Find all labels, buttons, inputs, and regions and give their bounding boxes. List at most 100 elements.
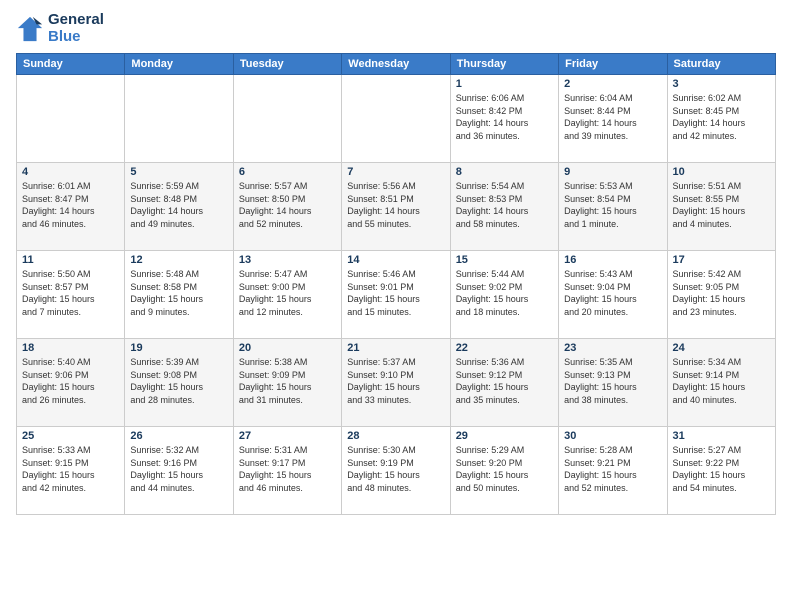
day-number: 22 [456,342,553,354]
day-info: Sunrise: 6:02 AM Sunset: 8:45 PM Dayligh… [673,92,770,142]
day-number: 25 [22,430,119,442]
calendar-table: SundayMondayTuesdayWednesdayThursdayFrid… [16,53,776,515]
logo-text: General Blue [48,12,104,45]
calendar-cell: 13 Sunrise: 5:47 AM Sunset: 9:00 PM Dayli… [233,251,341,339]
day-info: Sunrise: 5:51 AM Sunset: 8:55 PM Dayligh… [673,180,770,230]
day-info: Sunrise: 5:59 AM Sunset: 8:48 PM Dayligh… [130,180,227,230]
calendar-cell: 26 Sunrise: 5:32 AM Sunset: 9:16 PM Dayli… [125,427,233,515]
calendar-cell: 25 Sunrise: 5:33 AM Sunset: 9:15 PM Dayli… [17,427,125,515]
day-number: 19 [130,342,227,354]
day-number: 31 [673,430,770,442]
day-number: 16 [564,254,661,266]
day-info: Sunrise: 5:37 AM Sunset: 9:10 PM Dayligh… [347,356,444,406]
weekday-header: Thursday [450,54,558,75]
calendar-cell: 29 Sunrise: 5:29 AM Sunset: 9:20 PM Dayli… [450,427,558,515]
calendar-cell [233,75,341,163]
day-number: 29 [456,430,553,442]
day-info: Sunrise: 5:34 AM Sunset: 9:14 PM Dayligh… [673,356,770,406]
day-number: 14 [347,254,444,266]
day-number: 13 [239,254,336,266]
day-info: Sunrise: 5:33 AM Sunset: 9:15 PM Dayligh… [22,444,119,494]
day-info: Sunrise: 6:01 AM Sunset: 8:47 PM Dayligh… [22,180,119,230]
calendar-cell: 12Sunrise: 5:48 AM Sunset: 8:58 PM Dayli… [125,251,233,339]
calendar-week-row: 11 Sunrise: 5:50 AM Sunset: 8:57 PM Dayli… [17,251,776,339]
weekday-header: Wednesday [342,54,450,75]
day-info: Sunrise: 5:56 AM Sunset: 8:51 PM Dayligh… [347,180,444,230]
calendar-cell: 24 Sunrise: 5:34 AM Sunset: 9:14 PM Dayli… [667,339,775,427]
weekday-header: Monday [125,54,233,75]
calendar-cell: 22 Sunrise: 5:36 AM Sunset: 9:12 PM Dayli… [450,339,558,427]
day-info: Sunrise: 5:57 AM Sunset: 8:50 PM Dayligh… [239,180,336,230]
calendar-header-row: SundayMondayTuesdayWednesdayThursdayFrid… [17,54,776,75]
calendar-cell: 5 Sunrise: 5:59 AM Sunset: 8:48 PM Daylig… [125,163,233,251]
day-info: Sunrise: 5:46 AM Sunset: 9:01 PM Dayligh… [347,268,444,318]
day-number: 11 [22,254,119,266]
calendar-cell: 2 Sunrise: 6:04 AM Sunset: 8:44 PM Daylig… [559,75,667,163]
day-number: 21 [347,342,444,354]
logo-icon [16,15,44,43]
calendar-cell: 11 Sunrise: 5:50 AM Sunset: 8:57 PM Dayli… [17,251,125,339]
day-info: Sunrise: 5:53 AM Sunset: 8:54 PM Dayligh… [564,180,661,230]
day-number: 5 [130,166,227,178]
day-info: Sunrise: 5:54 AM Sunset: 8:53 PM Dayligh… [456,180,553,230]
weekday-header: Saturday [667,54,775,75]
calendar-cell: 3Sunrise: 6:02 AM Sunset: 8:45 PM Daylig… [667,75,775,163]
header: General Blue [16,12,776,45]
day-number: 15 [456,254,553,266]
day-number: 20 [239,342,336,354]
day-info: Sunrise: 5:40 AM Sunset: 9:06 PM Dayligh… [22,356,119,406]
day-info: Sunrise: 5:29 AM Sunset: 9:20 PM Dayligh… [456,444,553,494]
day-info: Sunrise: 5:30 AM Sunset: 9:19 PM Dayligh… [347,444,444,494]
day-number: 30 [564,430,661,442]
calendar-cell: 15 Sunrise: 5:44 AM Sunset: 9:02 PM Dayli… [450,251,558,339]
day-number: 6 [239,166,336,178]
calendar-cell: 1Sunrise: 6:06 AM Sunset: 8:42 PM Daylig… [450,75,558,163]
calendar-week-row: 1Sunrise: 6:06 AM Sunset: 8:42 PM Daylig… [17,75,776,163]
day-number: 2 [564,78,661,90]
calendar-week-row: 18 Sunrise: 5:40 AM Sunset: 9:06 PM Dayli… [17,339,776,427]
calendar-cell: 30Sunrise: 5:28 AM Sunset: 9:21 PM Dayli… [559,427,667,515]
day-number: 4 [22,166,119,178]
day-number: 7 [347,166,444,178]
day-info: Sunrise: 5:32 AM Sunset: 9:16 PM Dayligh… [130,444,227,494]
day-number: 23 [564,342,661,354]
day-info: Sunrise: 5:47 AM Sunset: 9:00 PM Dayligh… [239,268,336,318]
calendar-cell: 21 Sunrise: 5:37 AM Sunset: 9:10 PM Dayli… [342,339,450,427]
calendar-cell: 27Sunrise: 5:31 AM Sunset: 9:17 PM Dayli… [233,427,341,515]
calendar-cell: 28 Sunrise: 5:30 AM Sunset: 9:19 PM Dayli… [342,427,450,515]
day-info: Sunrise: 6:04 AM Sunset: 8:44 PM Dayligh… [564,92,661,142]
calendar-cell: 8Sunrise: 5:54 AM Sunset: 8:53 PM Daylig… [450,163,558,251]
day-number: 12 [130,254,227,266]
day-number: 18 [22,342,119,354]
day-number: 24 [673,342,770,354]
calendar-cell: 10 Sunrise: 5:51 AM Sunset: 8:55 PM Dayli… [667,163,775,251]
day-number: 10 [673,166,770,178]
day-info: Sunrise: 5:31 AM Sunset: 9:17 PM Dayligh… [239,444,336,494]
day-number: 26 [130,430,227,442]
calendar-cell: 16 Sunrise: 5:43 AM Sunset: 9:04 PM Dayli… [559,251,667,339]
day-info: Sunrise: 5:35 AM Sunset: 9:13 PM Dayligh… [564,356,661,406]
calendar-cell: 31 Sunrise: 5:27 AM Sunset: 9:22 PM Dayli… [667,427,775,515]
day-number: 9 [564,166,661,178]
day-info: Sunrise: 5:43 AM Sunset: 9:04 PM Dayligh… [564,268,661,318]
day-number: 17 [673,254,770,266]
calendar-cell: 9 Sunrise: 5:53 AM Sunset: 8:54 PM Daylig… [559,163,667,251]
calendar-cell: 23 Sunrise: 5:35 AM Sunset: 9:13 PM Dayli… [559,339,667,427]
day-info: Sunrise: 5:44 AM Sunset: 9:02 PM Dayligh… [456,268,553,318]
calendar-cell: 17 Sunrise: 5:42 AM Sunset: 9:05 PM Dayli… [667,251,775,339]
day-info: Sunrise: 6:06 AM Sunset: 8:42 PM Dayligh… [456,92,553,142]
day-info: Sunrise: 5:36 AM Sunset: 9:12 PM Dayligh… [456,356,553,406]
weekday-header: Sunday [17,54,125,75]
day-info: Sunrise: 5:27 AM Sunset: 9:22 PM Dayligh… [673,444,770,494]
calendar-cell [17,75,125,163]
page: General Blue SundayMondayTuesdayWednesda… [0,0,792,612]
calendar-week-row: 4 Sunrise: 6:01 AM Sunset: 8:47 PM Daylig… [17,163,776,251]
day-info: Sunrise: 5:42 AM Sunset: 9:05 PM Dayligh… [673,268,770,318]
calendar-cell: 20Sunrise: 5:38 AM Sunset: 9:09 PM Dayli… [233,339,341,427]
calendar-cell: 6 Sunrise: 5:57 AM Sunset: 8:50 PM Daylig… [233,163,341,251]
day-info: Sunrise: 5:50 AM Sunset: 8:57 PM Dayligh… [22,268,119,318]
day-number: 28 [347,430,444,442]
calendar-cell: 7 Sunrise: 5:56 AM Sunset: 8:51 PM Daylig… [342,163,450,251]
logo: General Blue [16,12,104,45]
calendar-cell [125,75,233,163]
